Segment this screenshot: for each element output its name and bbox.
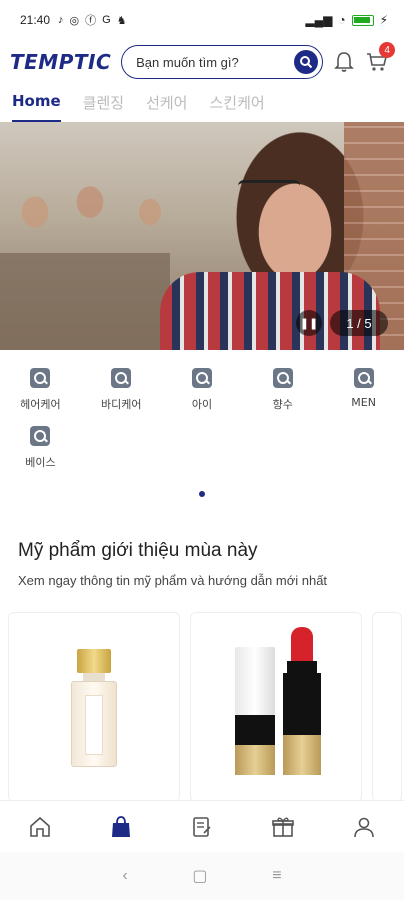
- lipstick-cap: [235, 647, 275, 715]
- bell-icon[interactable]: [333, 50, 355, 74]
- signal-icon: ▂▄▆: [305, 13, 333, 27]
- section-subtitle: Xem ngay thông tin mỹ phẩm và hướng dẫn …: [18, 573, 328, 588]
- pager-dot: [199, 491, 205, 497]
- battery-icon: [351, 14, 374, 26]
- search-icon: [191, 368, 212, 388]
- search-icon: [30, 368, 51, 388]
- home-button-icon[interactable]: ▢: [192, 866, 207, 886]
- tab-cleansing[interactable]: 클렌징: [83, 88, 124, 120]
- notification-icons: ♪ ◎ ⓕ G ♞: [58, 12, 127, 28]
- cart-badge: 4: [379, 42, 396, 58]
- category-label: 향수: [272, 398, 293, 411]
- status-right: ▂▄▆ ◔ ⚡: [305, 13, 388, 27]
- charging-icon: ⚡: [379, 13, 388, 27]
- banner-glasses: [238, 180, 300, 198]
- category-label: 바디케어: [100, 398, 142, 411]
- lipstick-base: [235, 745, 275, 775]
- bottom-nav: [0, 800, 404, 852]
- category-eye[interactable]: 아이: [162, 368, 243, 426]
- nav-shop[interactable]: [81, 801, 162, 852]
- shopping-bag-icon: [112, 815, 131, 837]
- status-bar: 21:40 ♪ ◎ ⓕ G ♞ ▂▄▆ ◔ ⚡: [0, 0, 404, 40]
- tab-suncare[interactable]: 선케어: [146, 88, 187, 120]
- search-icon[interactable]: [294, 50, 319, 74]
- lipstick-body: [283, 673, 321, 735]
- system-nav-bar: ‹ ▢ ≡: [0, 852, 404, 900]
- category-men[interactable]: MEN: [323, 368, 404, 426]
- nav-profile[interactable]: [323, 801, 404, 852]
- lipstick-sleeve: [287, 661, 317, 673]
- category-label: 베이스: [25, 456, 56, 469]
- pause-icon[interactable]: ❚❚: [296, 310, 322, 336]
- google-icon: G: [102, 14, 111, 26]
- gift-icon: [271, 817, 294, 837]
- app-icon: ♞: [116, 14, 127, 27]
- search-bar[interactable]: [121, 45, 324, 79]
- cart-button[interactable]: 4: [365, 42, 396, 74]
- category-bodycare[interactable]: 바디케어: [81, 368, 162, 426]
- status-time: 21:40: [20, 13, 51, 27]
- nav-gift[interactable]: [242, 801, 323, 852]
- category-base[interactable]: 베이스: [0, 426, 81, 484]
- tab-home[interactable]: Home: [12, 88, 61, 123]
- search-icon: [30, 426, 51, 446]
- perfume-neck: [83, 673, 105, 681]
- product-card-next[interactable]: [372, 612, 402, 802]
- search-icon: [353, 368, 374, 388]
- slide-counter: 1 / 5: [330, 310, 388, 336]
- messenger-icon: ◎: [69, 14, 80, 27]
- lipstick-band: [235, 715, 275, 745]
- profile-icon: [353, 817, 374, 837]
- nav-notes[interactable]: [162, 801, 243, 852]
- app-logo[interactable]: TEMPTIC: [10, 50, 111, 74]
- search-input[interactable]: [136, 54, 295, 70]
- menu-icon[interactable]: ≡: [272, 867, 281, 885]
- perfume-cap: [77, 649, 111, 673]
- tab-skincare[interactable]: 스킨케어: [209, 88, 264, 120]
- category-label: MEN: [351, 396, 376, 409]
- nav-home[interactable]: [0, 801, 81, 852]
- category-haircare[interactable]: 헤어케어: [0, 368, 81, 426]
- facebook-icon: ⓕ: [85, 15, 97, 27]
- product-card-lipstick[interactable]: [190, 612, 362, 802]
- wifi-icon: ◔: [338, 13, 346, 27]
- category-perfume[interactable]: 향수: [242, 368, 323, 426]
- category-label: 헤어케어: [20, 398, 61, 411]
- product-card-perfume[interactable]: [8, 612, 180, 802]
- product-carousel: [8, 612, 404, 802]
- section-title: Mỹ phẩm giới thiệu mùa này: [18, 540, 258, 561]
- category-label: 아이: [191, 398, 213, 411]
- lipstick-tip: [291, 627, 313, 661]
- app-header: TEMPTIC 4: [0, 40, 404, 84]
- category-grid: 헤어케어 바디케어 아이 향수 MEN 베이스: [0, 368, 404, 484]
- home-icon: [30, 816, 51, 837]
- back-icon[interactable]: ‹: [122, 867, 127, 885]
- tiktok-icon: ♪: [58, 14, 64, 26]
- search-icon: [272, 368, 293, 388]
- perfume-label: [85, 695, 103, 755]
- notes-icon: [193, 816, 211, 837]
- lipstick-gold-base: [283, 735, 321, 775]
- search-icon: [111, 368, 132, 388]
- category-tabs: Home 클렌징 선케어 스킨케어: [0, 88, 404, 123]
- banner-background-people: [0, 172, 170, 350]
